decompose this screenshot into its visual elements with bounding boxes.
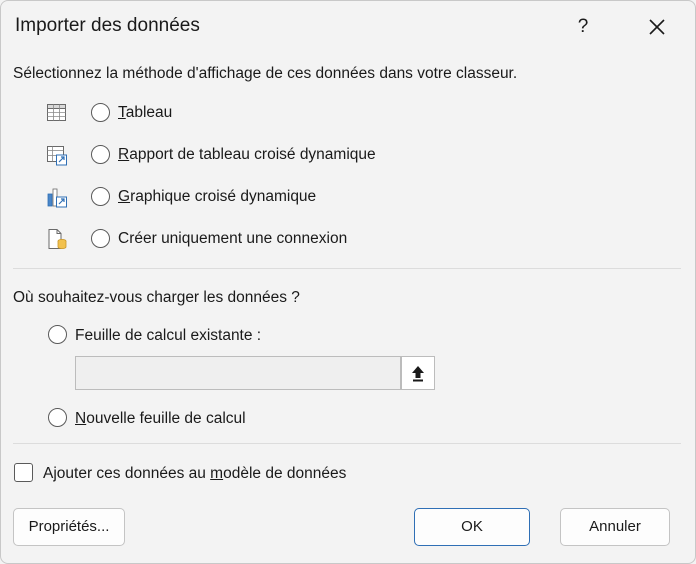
- close-icon: [649, 19, 665, 35]
- load-location-prompt: Où souhaitez-vous charger les données ?: [13, 289, 300, 306]
- dialog-title: Importer des données: [15, 15, 200, 36]
- new-sheet-label: Nouvelle feuille de calcul: [75, 410, 246, 428]
- data-model-accel: m: [210, 465, 224, 482]
- radio-connection-only[interactable]: [91, 229, 110, 248]
- option-tableau-rest: ableau: [125, 104, 173, 121]
- radio-existing-sheet[interactable]: [48, 325, 67, 344]
- title-bar: Importer des données ?: [1, 1, 695, 53]
- ok-button[interactable]: OK: [414, 508, 530, 546]
- data-model-label: Ajouter ces données au modèle de données: [43, 465, 346, 483]
- pivot-chart-icon: [47, 188, 67, 208]
- table-icon: [47, 104, 66, 121]
- option-tableau-label: Tableau: [118, 104, 172, 122]
- new-sheet-rest: ouvelle feuille de calcul: [86, 410, 246, 427]
- option-connection-only-label: Créer uniquement une connexion: [118, 230, 348, 247]
- close-button[interactable]: [639, 11, 675, 43]
- option-pivot-chart-accel: G: [118, 188, 131, 205]
- properties-button[interactable]: Propriétés...: [13, 508, 125, 546]
- radio-new-sheet[interactable]: [48, 408, 67, 427]
- option-pivot-chart-rest: raphique croisé dynamique: [130, 188, 317, 205]
- option-pivot-table-rest: apport de tableau croisé dynamique: [129, 146, 376, 163]
- data-model-label-post: odèle de données: [223, 465, 347, 482]
- data-model-checkbox[interactable]: [14, 463, 33, 482]
- data-model-label-pre: Ajouter ces données au: [43, 465, 211, 482]
- separator: [13, 443, 681, 444]
- option-pivot-table-label: Rapport de tableau croisé dynamique: [118, 146, 376, 164]
- radio-tableau[interactable]: [91, 103, 110, 122]
- import-data-dialog: Importer des données ? Sélectionnez la m…: [0, 0, 696, 564]
- separator: [13, 268, 681, 269]
- option-pivot-table-accel: R: [118, 146, 130, 163]
- option-tableau-accel: T: [118, 104, 126, 121]
- connection-icon: [48, 229, 67, 249]
- radio-pivot-table[interactable]: [91, 145, 110, 164]
- radio-pivot-chart[interactable]: [91, 187, 110, 206]
- existing-sheet-label: Feuille de calcul existante :: [75, 327, 262, 344]
- display-method-prompt: Sélectionnez la méthode d'affichage de c…: [13, 65, 518, 82]
- new-sheet-accel: N: [75, 410, 87, 427]
- option-pivot-chart-label: Graphique croisé dynamique: [118, 188, 316, 206]
- pivot-table-icon: [47, 146, 67, 166]
- range-select-button[interactable]: [401, 356, 435, 390]
- upload-arrow-icon: [412, 366, 424, 382]
- cancel-button[interactable]: Annuler: [560, 508, 670, 546]
- range-input[interactable]: [75, 356, 401, 390]
- help-button[interactable]: ?: [571, 13, 595, 41]
